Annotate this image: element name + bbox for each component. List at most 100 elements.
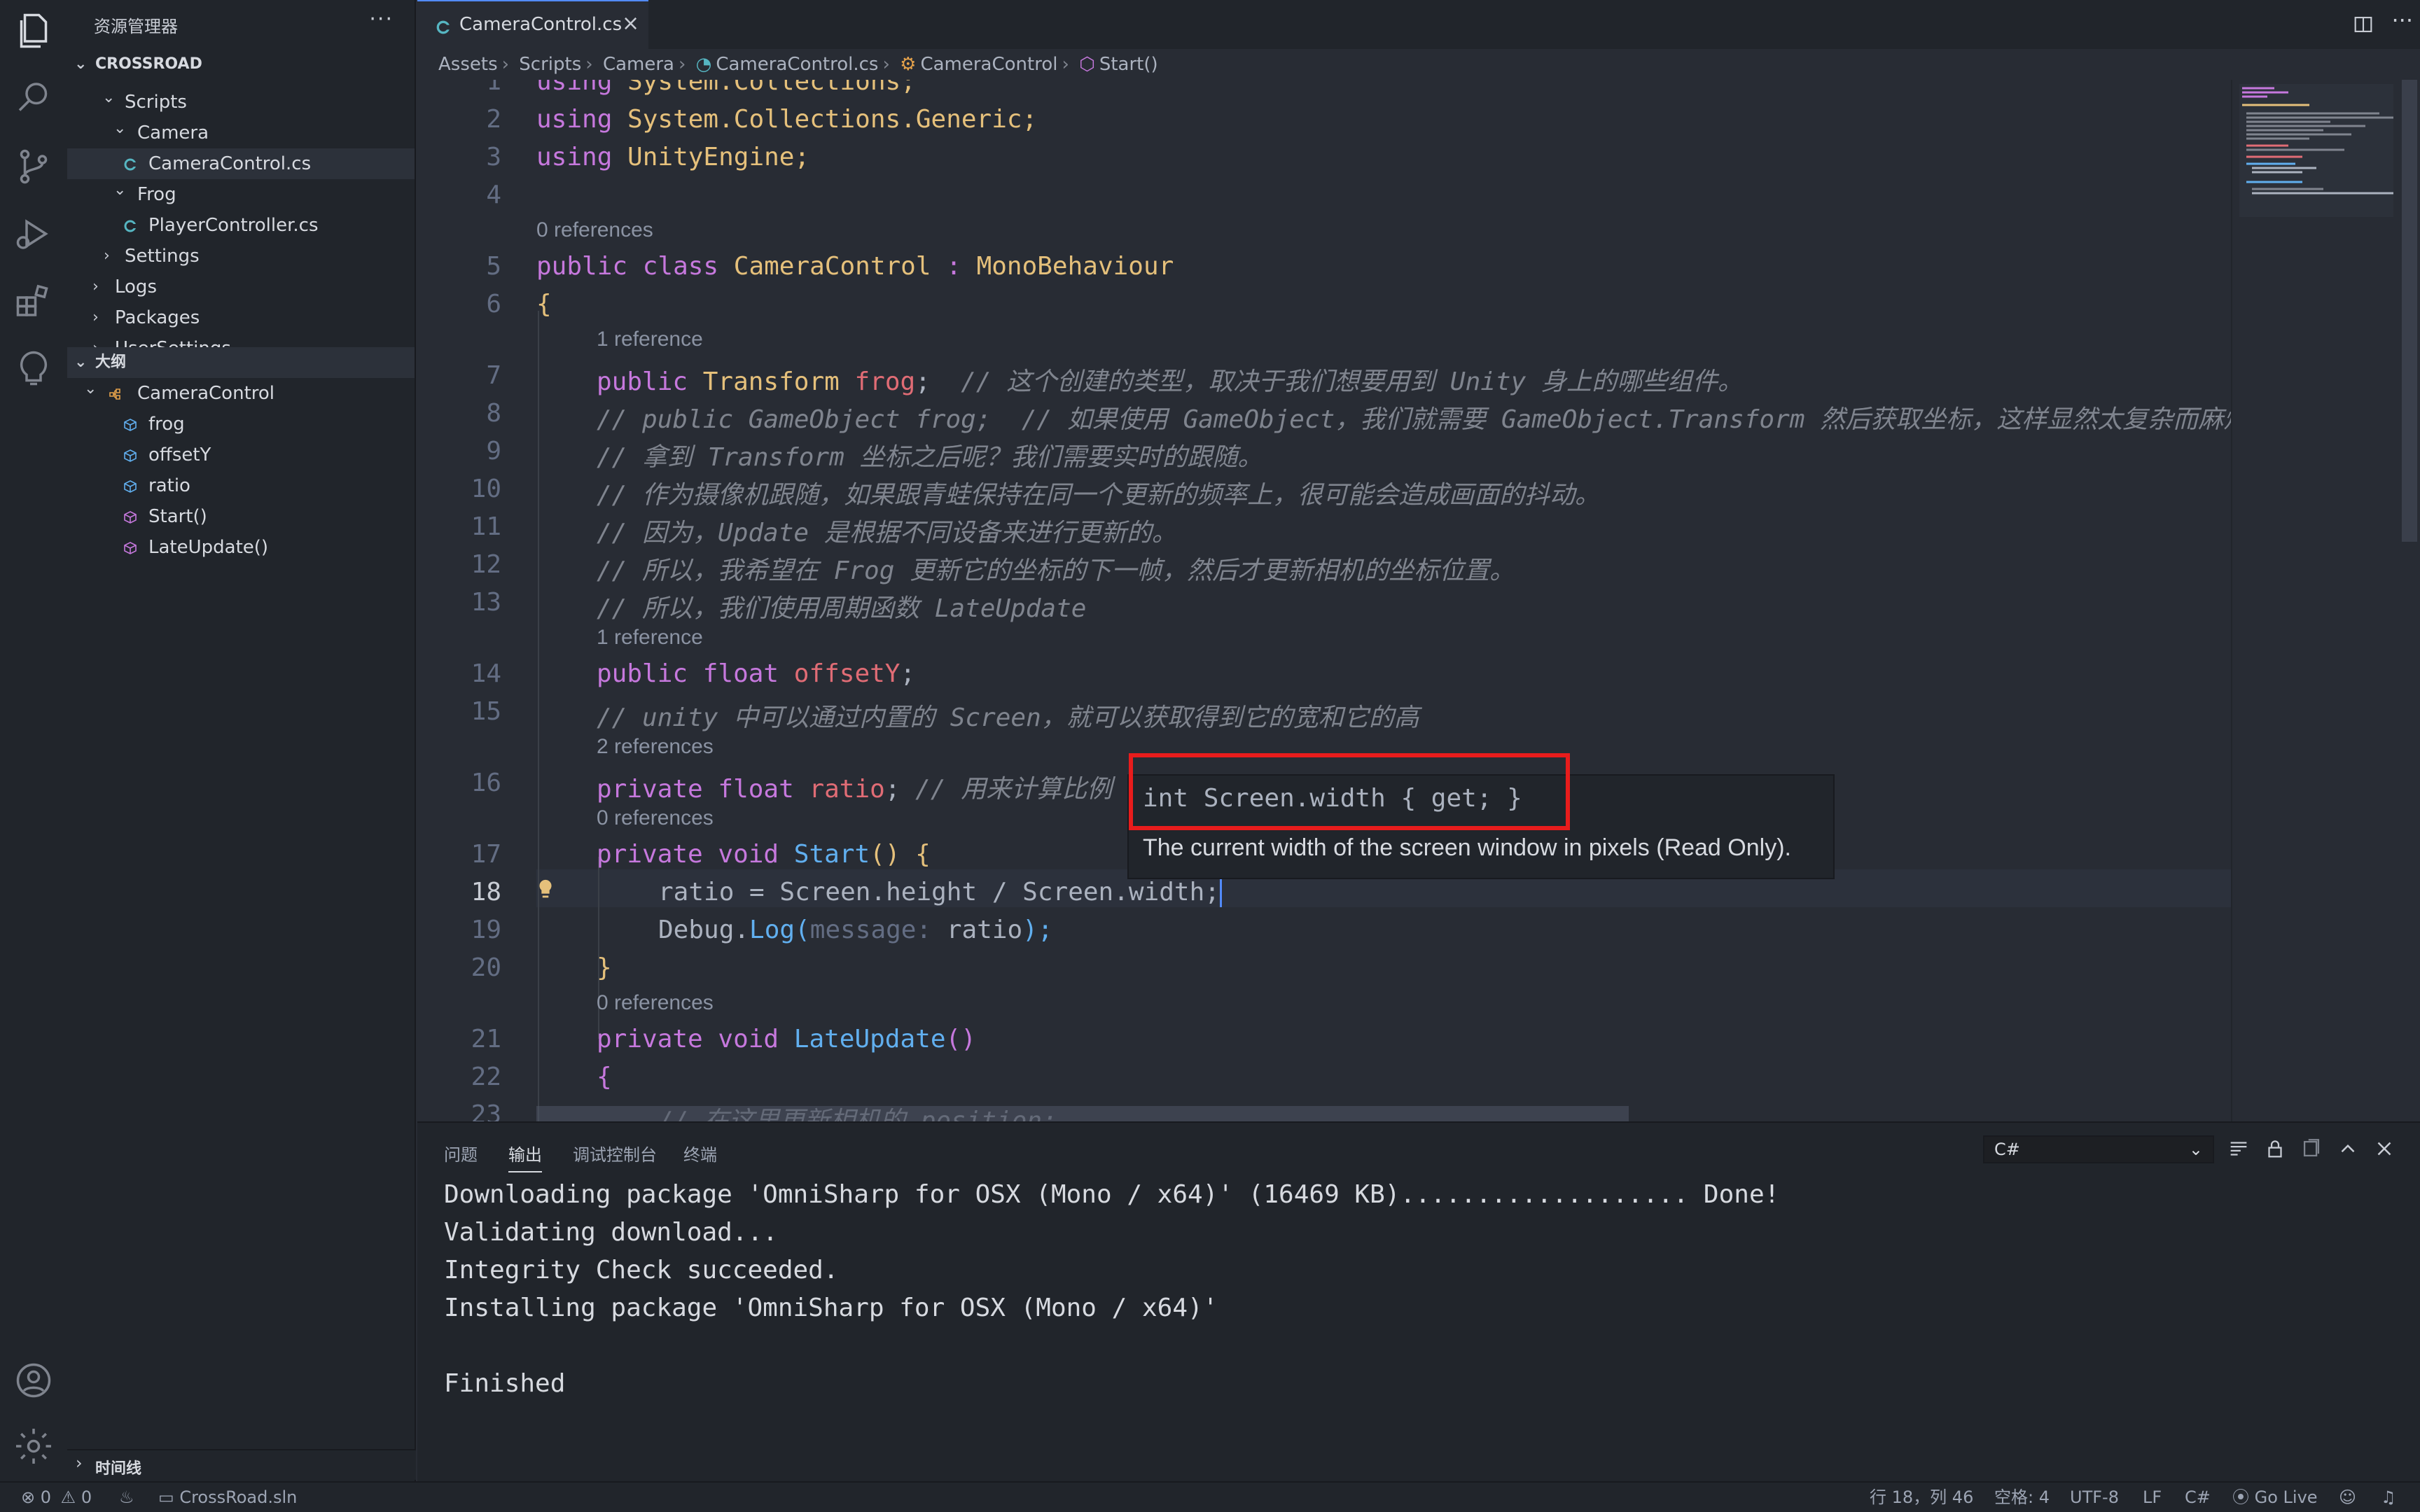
method-icon bbox=[124, 542, 137, 554]
outline-method-start[interactable]: Start() bbox=[67, 501, 415, 532]
language-mode[interactable]: C# bbox=[2185, 1483, 2211, 1512]
flame-icon[interactable]: ♨ bbox=[119, 1483, 134, 1512]
vertical-scrollbar[interactable] bbox=[2399, 80, 2420, 1121]
tab-output[interactable]: 输出 bbox=[508, 1141, 542, 1172]
breadcrumb-item[interactable]: Camera bbox=[603, 49, 674, 80]
codelens-references[interactable]: 2 references bbox=[597, 735, 714, 759]
outline-class-cameracontrol[interactable]: ⌄ CameraControl bbox=[67, 378, 415, 409]
line-number: 23 bbox=[471, 1100, 501, 1121]
golive-button[interactable]: ⦿ Go Live bbox=[2232, 1483, 2318, 1512]
code-comment: // 作为摄像机跟随，如果跟青蛙保持在同一个更新的频率上，很可能会造成画面的抖动… bbox=[597, 481, 1601, 510]
more-actions-icon[interactable]: ··· bbox=[2391, 7, 2413, 34]
tree-folder-camera[interactable]: ⌄ Camera bbox=[67, 118, 415, 148]
horizontal-scrollbar[interactable] bbox=[536, 1106, 1629, 1121]
lightbulb-icon[interactable] bbox=[535, 878, 556, 902]
code-line: public Transform frog; // 这个创建的类型，取决于我们想… bbox=[597, 368, 1743, 396]
notifications-bell-icon[interactable]: ♫ bbox=[2381, 1483, 2396, 1512]
breadcrumb-item[interactable]: Scripts bbox=[519, 49, 581, 80]
sidebar: 资源管理器 ··· ⌄ CROSSROAD ⌄ Scripts ⌄ Camera… bbox=[67, 0, 416, 1481]
source-control-icon[interactable] bbox=[13, 146, 55, 188]
tab-cameracontrol[interactable]: CameraControl.cs × bbox=[417, 0, 648, 49]
eol-status[interactable]: LF bbox=[2143, 1483, 2162, 1512]
output-channel-select[interactable]: C# ⌄ bbox=[1983, 1135, 2214, 1163]
timeline-section-header[interactable]: › 时间线 bbox=[67, 1449, 416, 1480]
settings-gear-icon[interactable] bbox=[13, 1425, 55, 1467]
cursor-position[interactable]: 行 18，列 46 bbox=[1870, 1483, 1973, 1512]
breadcrumb: Assets › Scripts › Camera › ◔ CameraControl.… bbox=[417, 49, 2420, 80]
lock-icon[interactable] bbox=[2263, 1137, 2287, 1161]
code-line: using System.Collections.Generic; bbox=[536, 105, 1038, 134]
code-line: using UnityEngine; bbox=[536, 143, 810, 172]
solution-status[interactable]: ▭ CrossRoad.sln bbox=[158, 1483, 297, 1512]
error-icon: ⊗ bbox=[21, 1488, 36, 1507]
tab-terminal[interactable]: 终端 bbox=[683, 1141, 717, 1166]
code-comment: // 因为，Update 是根据不同设备来进行更新的。 bbox=[597, 519, 1177, 547]
class-icon bbox=[109, 388, 120, 400]
output-line: Downloading package 'OmniSharp for OSX (… bbox=[444, 1180, 1780, 1209]
line-number: 13 bbox=[471, 588, 501, 617]
line-number: 22 bbox=[471, 1063, 501, 1091]
outline-field-offsety[interactable]: offsetY bbox=[67, 440, 415, 470]
outline-field-frog[interactable]: frog bbox=[67, 409, 415, 440]
problems-status[interactable]: ⊗ 0 ⚠ 0 bbox=[21, 1483, 92, 1512]
code-editor[interactable]: 1 2 3 4 5 6 7 8 9 10 11 12 13 14 15 16 1… bbox=[417, 80, 2231, 1121]
status-bar: ⊗ 0 ⚠ 0 ♨ ▭ CrossRoad.sln 行 18，列 46 空格: … bbox=[0, 1481, 2420, 1512]
account-icon[interactable] bbox=[13, 1359, 55, 1401]
close-panel-icon[interactable] bbox=[2372, 1137, 2396, 1161]
minimap[interactable] bbox=[2231, 80, 2399, 1121]
method-icon bbox=[124, 511, 137, 524]
more-actions-icon[interactable]: ··· bbox=[369, 7, 394, 31]
open-log-file-icon[interactable] bbox=[2300, 1137, 2323, 1161]
outline-field-ratio[interactable]: ratio bbox=[67, 470, 415, 501]
code-line: } bbox=[597, 953, 612, 982]
tree-folder-usersettings[interactable]: › UserSettings bbox=[67, 333, 415, 347]
tab-debug-console[interactable]: 调试控制台 bbox=[573, 1141, 657, 1166]
tree-folder-settings[interactable]: › Settings bbox=[67, 241, 415, 272]
explorer-icon[interactable] bbox=[13, 10, 55, 52]
outline-section-header[interactable]: ⌄ 大纲 bbox=[67, 347, 415, 378]
code-line: public class CameraControl : MonoBehavio… bbox=[536, 252, 1174, 281]
indentation-status[interactable]: 空格: 4 bbox=[1994, 1483, 2050, 1512]
encoding-status[interactable]: UTF-8 bbox=[2070, 1483, 2119, 1512]
codelens-references[interactable]: 1 reference bbox=[597, 626, 703, 650]
tree-folder-packages[interactable]: › Packages bbox=[67, 302, 415, 333]
code-line: using System.Collections; bbox=[536, 80, 916, 96]
breadcrumb-item[interactable]: CameraControl bbox=[920, 49, 1057, 80]
breadcrumb-item[interactable]: CameraControl.cs bbox=[716, 49, 878, 80]
codelens-references[interactable]: 0 references bbox=[597, 806, 714, 830]
codelens-references[interactable]: 0 references bbox=[597, 991, 714, 1015]
maximize-panel-icon[interactable] bbox=[2336, 1137, 2360, 1161]
feedback-icon[interactable]: ☺ bbox=[2339, 1483, 2356, 1512]
breadcrumb-item[interactable]: Start() bbox=[1099, 49, 1158, 80]
outline-method-lateupdate[interactable]: LateUpdate() bbox=[67, 532, 415, 563]
line-number: 14 bbox=[471, 659, 501, 688]
chevron-right-icon: › bbox=[882, 54, 890, 75]
field-icon bbox=[124, 449, 137, 462]
field-icon bbox=[124, 480, 137, 493]
remote-explorer-icon[interactable] bbox=[13, 347, 55, 389]
extensions-icon[interactable] bbox=[13, 280, 55, 322]
run-debug-icon[interactable] bbox=[13, 213, 55, 255]
tab-problems[interactable]: 问题 bbox=[444, 1141, 478, 1166]
codelens-references[interactable]: 0 references bbox=[536, 218, 653, 242]
tree-folder-frog[interactable]: ⌄ Frog bbox=[67, 179, 415, 210]
tree-file-playercontroller[interactable]: PlayerController.cs bbox=[67, 210, 415, 241]
tree-folder-logs[interactable]: › Logs bbox=[67, 272, 415, 302]
code-line: Debug.Log(message: ratio); bbox=[658, 916, 1053, 944]
editor-tab-bar: CameraControl.cs × ··· bbox=[417, 0, 2420, 49]
clear-output-icon[interactable] bbox=[2227, 1137, 2251, 1161]
search-icon[interactable] bbox=[13, 77, 55, 119]
minimap-preview bbox=[2239, 84, 2393, 217]
code-line-current: ratio = Screen.height / Screen.width; bbox=[658, 878, 1220, 906]
split-editor-icon[interactable] bbox=[2351, 13, 2375, 36]
breadcrumb-item[interactable]: Assets bbox=[438, 49, 498, 80]
text-cursor bbox=[1220, 875, 1222, 907]
close-icon[interactable]: × bbox=[622, 11, 639, 36]
codelens-references[interactable]: 1 reference bbox=[597, 328, 703, 351]
broadcast-icon: ⦿ bbox=[2232, 1488, 2249, 1507]
code-comment: // unity 中可以通过内置的 Screen，就可以获取得到它的宽和它的高 bbox=[597, 704, 1419, 732]
activity-bar bbox=[0, 0, 67, 1481]
project-section-header[interactable]: ⌄ CROSSROAD bbox=[67, 49, 415, 80]
scrollbar-thumb[interactable] bbox=[2402, 80, 2417, 542]
chevron-right-icon: › bbox=[104, 247, 110, 265]
